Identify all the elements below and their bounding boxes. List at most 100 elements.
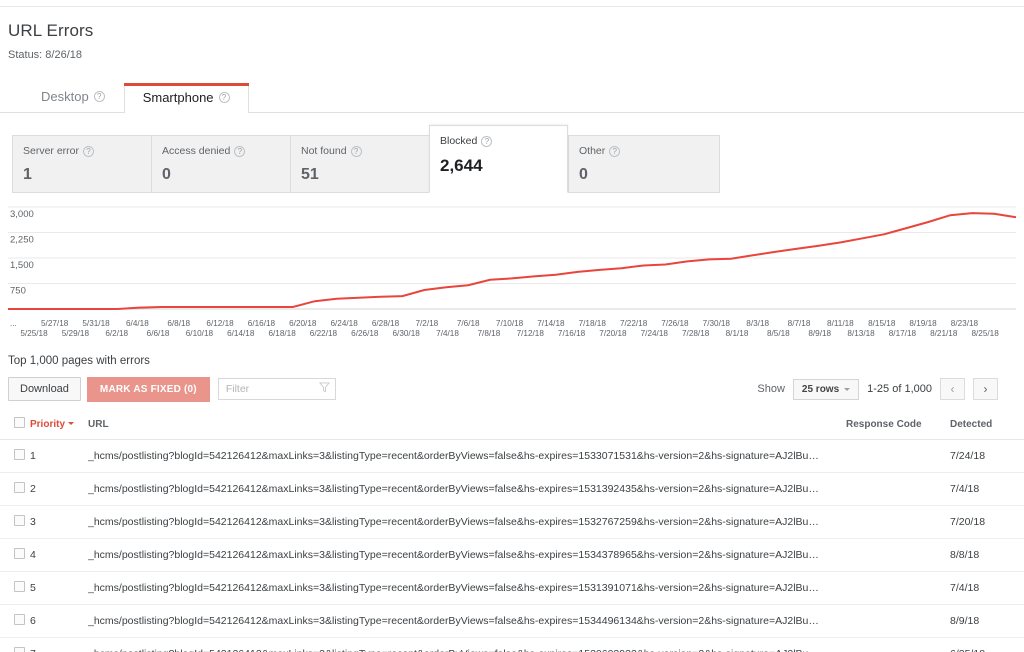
column-header-response-code[interactable]: Response Code	[846, 413, 950, 440]
chart-x-tick: 6/28/18	[372, 319, 400, 328]
chart-x-tick: 7/24/18	[641, 329, 669, 338]
row-select-cell[interactable]	[0, 539, 30, 572]
chart-x-tick: 7/14/18	[537, 319, 565, 328]
row-select-cell[interactable]	[0, 473, 30, 506]
table-row[interactable]: 5_hcms/postlisting?blogId=542126412&maxL…	[0, 572, 1024, 605]
table-row[interactable]: 4_hcms/postlisting?blogId=542126412&maxL…	[0, 539, 1024, 572]
errors-over-time-chart: 3,0002,2501,500750	[0, 199, 1024, 317]
select-all-header[interactable]	[0, 413, 30, 440]
chart-x-tick: 6/20/18	[289, 319, 317, 328]
help-icon[interactable]: ?	[219, 92, 230, 103]
table-row[interactable]: 3_hcms/postlisting?blogId=542126412&maxL…	[0, 506, 1024, 539]
chart-y-tick: 750	[10, 286, 26, 297]
next-page-button[interactable]: ›	[973, 378, 998, 400]
chart-x-tick: 6/2/18	[105, 329, 128, 338]
cell-url[interactable]: _hcms/postlisting?blogId=542126412&maxLi…	[88, 473, 846, 506]
error-card-server-error[interactable]: Server error? 1	[12, 135, 151, 193]
row-select-cell[interactable]	[0, 638, 30, 652]
row-checkbox[interactable]	[14, 581, 25, 592]
table-row[interactable]: 2_hcms/postlisting?blogId=542126412&maxL…	[0, 473, 1024, 506]
chart-x-tick: 5/29/18	[62, 329, 90, 338]
cell-url[interactable]: _hcms/postlisting?blogId=542126412&maxLi…	[88, 539, 846, 572]
rows-per-page-select[interactable]: 25 rows	[793, 379, 859, 400]
filter-field[interactable]	[218, 378, 336, 400]
row-select-cell[interactable]	[0, 506, 30, 539]
table-toolbar: Download MARK AS FIXED (0) Show 25 rows …	[0, 377, 1024, 401]
chart-x-tick: 6/18/18	[268, 329, 296, 338]
help-icon[interactable]: ?	[351, 146, 362, 157]
chart-x-tick: 5/27/18	[41, 319, 69, 328]
chart-x-tick: 7/6/18	[457, 319, 480, 328]
mark-as-fixed-button[interactable]: MARK AS FIXED (0)	[87, 377, 210, 402]
row-checkbox[interactable]	[14, 614, 25, 625]
errors-table: Priority URL Response Code Detected 1_hc…	[0, 413, 1024, 652]
cell-detected: 7/20/18	[950, 506, 1024, 539]
chart-x-tick: 6/30/18	[393, 329, 421, 338]
chart-x-tick: 7/28/18	[682, 329, 710, 338]
error-card-label: Not found?	[301, 145, 429, 157]
error-card-label: Blocked?	[440, 135, 567, 147]
column-header-priority[interactable]: Priority	[30, 413, 88, 440]
chart-x-tick: 7/16/18	[558, 329, 586, 338]
chart-x-tick: 6/12/18	[206, 319, 234, 328]
error-card-access-denied[interactable]: Access denied?0	[151, 135, 290, 193]
select-all-checkbox[interactable]	[14, 417, 25, 428]
download-button[interactable]: Download	[8, 377, 81, 401]
row-checkbox[interactable]	[14, 482, 25, 493]
cell-url[interactable]: _hcms/postlisting?blogId=542126412&maxLi…	[88, 638, 846, 652]
cell-response-code	[846, 638, 950, 652]
column-header-detected[interactable]: Detected	[950, 413, 1024, 440]
cell-url[interactable]: _hcms/postlisting?blogId=542126412&maxLi…	[88, 506, 846, 539]
help-icon[interactable]: ?	[83, 146, 94, 157]
prev-page-button[interactable]: ‹	[940, 378, 965, 400]
error-card-not-found[interactable]: Not found? 51	[290, 135, 429, 193]
tab-desktop[interactable]: Desktop?	[22, 82, 124, 112]
cell-url[interactable]: _hcms/postlisting?blogId=542126412&maxLi…	[88, 605, 846, 638]
help-icon[interactable]: ?	[94, 91, 105, 102]
device-tabs: Desktop?Smartphone?	[0, 83, 1024, 113]
chart-x-tick: 8/5/18	[767, 329, 790, 338]
table-row[interactable]: 6_hcms/postlisting?blogId=542126412&maxL…	[0, 605, 1024, 638]
row-select-cell[interactable]	[0, 605, 30, 638]
error-card-value: 51	[301, 166, 429, 184]
table-header-row: Priority URL Response Code Detected	[0, 413, 1024, 440]
chart-x-tick: 7/8/18	[478, 329, 501, 338]
error-card-label: Server error?	[23, 145, 151, 157]
cell-priority: 4	[30, 539, 88, 572]
sort-descending-icon	[68, 422, 74, 425]
help-icon[interactable]: ?	[234, 146, 245, 157]
chart-x-tick: 8/21/18	[930, 329, 958, 338]
row-checkbox[interactable]	[14, 449, 25, 460]
error-card-value: 1	[23, 166, 151, 184]
cell-url[interactable]: _hcms/postlisting?blogId=542126412&maxLi…	[88, 440, 846, 473]
tab-smartphone[interactable]: Smartphone?	[124, 83, 249, 113]
chart-x-axis: ...5/25/185/29/186/2/186/6/186/10/186/14…	[0, 317, 1024, 341]
column-header-url[interactable]: URL	[88, 413, 846, 440]
show-label: Show	[757, 383, 785, 395]
filter-input[interactable]	[224, 382, 318, 396]
pagination-controls: Show 25 rows 1-25 of 1,000 ‹ ›	[757, 378, 1024, 400]
cell-detected: 7/4/18	[950, 473, 1024, 506]
error-card-other[interactable]: Other?0	[568, 135, 720, 193]
table-row[interactable]: 7_hcms/postlisting?blogId=542126412&maxL…	[0, 638, 1024, 652]
chart-x-tick: 8/7/18	[788, 319, 811, 328]
rows-per-page-value: 25 rows	[802, 384, 839, 395]
row-select-cell[interactable]	[0, 440, 30, 473]
row-checkbox[interactable]	[14, 647, 25, 652]
row-select-cell[interactable]	[0, 572, 30, 605]
table-row[interactable]: 1_hcms/postlisting?blogId=542126412&maxL…	[0, 440, 1024, 473]
chart-x-tick: 8/9/18	[808, 329, 831, 338]
result-range: 1-25 of 1,000	[867, 383, 932, 395]
chart-x-tick: 6/16/18	[248, 319, 276, 328]
chart-x-tick: 8/15/18	[868, 319, 896, 328]
cell-url[interactable]: _hcms/postlisting?blogId=542126412&maxLi…	[88, 572, 846, 605]
status-text: Status: 8/26/18	[8, 49, 1024, 61]
chart-x-tick: 6/6/18	[147, 329, 170, 338]
row-checkbox[interactable]	[14, 548, 25, 559]
row-checkbox[interactable]	[14, 515, 25, 526]
error-card-blocked[interactable]: Blocked?2,644	[429, 125, 568, 193]
help-icon[interactable]: ?	[609, 146, 620, 157]
help-icon[interactable]: ?	[481, 136, 492, 147]
cell-response-code	[846, 572, 950, 605]
cell-priority: 7	[30, 638, 88, 652]
